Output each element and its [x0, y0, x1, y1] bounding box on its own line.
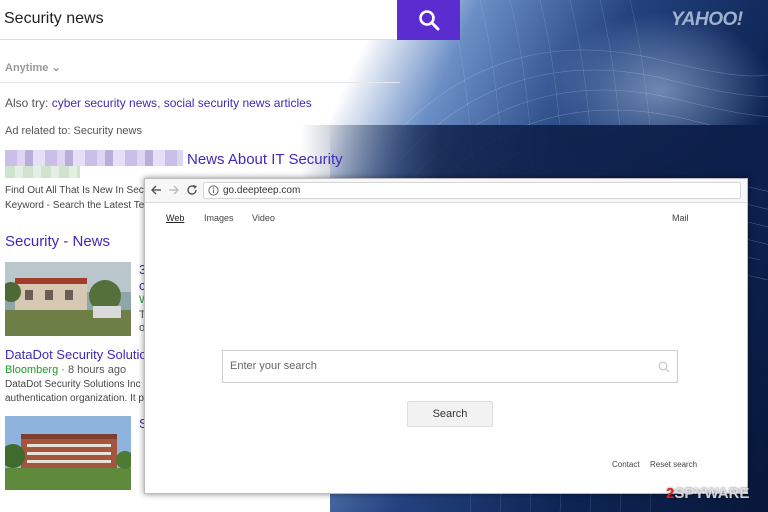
ad-description-line: Find Out All That Is New In Sec [5, 185, 144, 196]
also-try-separator: , [157, 96, 161, 110]
also-try-link[interactable]: social security news articles [164, 96, 312, 110]
info-icon[interactable] [208, 185, 219, 196]
time-filter-label: Anytime [5, 62, 49, 74]
back-button[interactable] [149, 183, 163, 197]
reload-button[interactable] [185, 183, 199, 197]
search-icon [418, 10, 439, 31]
ad-related-label: Ad related to: Security news [5, 125, 142, 137]
divider [0, 82, 400, 83]
news-time: · 8 hours ago [61, 364, 127, 376]
arrow-left-icon [151, 185, 161, 195]
yahoo-logo: YAHOO! [671, 9, 743, 30]
watermark-text: SPYWARE [674, 485, 750, 502]
ad-description: Find Out All That Is New In Sec Keyword … [5, 183, 155, 213]
nav-video-link[interactable]: Video [252, 213, 275, 223]
arrow-right-icon [169, 185, 179, 195]
also-try-link[interactable]: cyber security news [52, 96, 157, 110]
thumbnail-image [5, 416, 131, 490]
search-icon[interactable] [658, 361, 670, 373]
ad-title-link[interactable]: News About IT Security [187, 151, 343, 168]
news-source: Bloomberg [5, 364, 59, 376]
news-snippet-line: DataDot Security Solutions Inc [5, 379, 141, 390]
forward-button[interactable] [167, 183, 181, 197]
reload-icon [187, 184, 197, 195]
news-thumbnail[interactable] [5, 262, 131, 336]
news-thumbnail[interactable] [5, 416, 131, 490]
also-try-prefix: Also try: [5, 96, 49, 110]
watermark-logo: 2SPYWARE [666, 485, 749, 502]
yahoo-search-button[interactable] [397, 0, 460, 40]
news-snippet-line: authentication organization. It p [5, 393, 144, 404]
nav-images-link[interactable]: Images [204, 213, 234, 223]
blurred-ad-url [5, 166, 80, 178]
url-text[interactable]: go.deepteep.com [223, 185, 300, 196]
browser-toolbar: go.deepteep.com [145, 179, 747, 203]
thumbnail-image [5, 262, 131, 336]
news-headline-link[interactable]: DataDot Security Solution [5, 347, 154, 362]
also-try: Also try: cyber security news, social se… [5, 96, 312, 110]
address-bar[interactable]: go.deepteep.com [203, 182, 741, 199]
search-box[interactable] [222, 350, 678, 383]
yahoo-search-query[interactable]: Security news [4, 10, 104, 28]
blurred-ad-url [5, 150, 183, 166]
news-meta: Bloomberg · 8 hours ago [5, 364, 126, 376]
contact-link[interactable]: Contact [612, 460, 640, 469]
time-filter[interactable]: Anytime ⌄ [5, 61, 61, 74]
news-snippet: DataDot Security Solutions Inc authentic… [5, 378, 145, 406]
ad-description-line: Keyword - Search the Latest Te [5, 200, 145, 211]
nav-web-link[interactable]: Web [166, 213, 184, 223]
background-band [300, 125, 768, 185]
browser-window: go.deepteep.com Web Images Video Mail Se… [144, 178, 748, 494]
search-button[interactable]: Search [407, 401, 493, 427]
reset-search-link[interactable]: Reset search [650, 460, 697, 469]
search-input[interactable] [230, 360, 650, 372]
news-section-title[interactable]: Security - News [5, 233, 110, 250]
yahoo-search-bar[interactable]: Security news [0, 0, 398, 40]
chevron-down-icon: ⌄ [51, 62, 61, 74]
nav-mail-link[interactable]: Mail [672, 213, 689, 223]
